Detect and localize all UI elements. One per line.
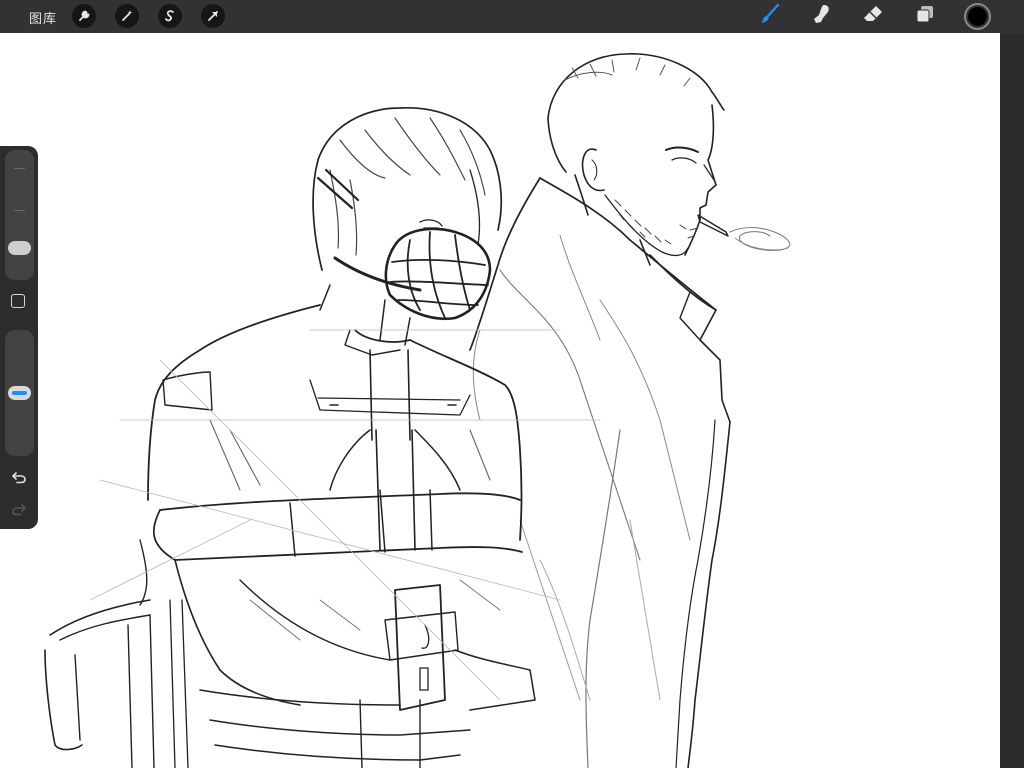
coat-man-figure [469,53,791,768]
left-sidebar [0,146,38,529]
selection-button[interactable] [158,4,182,28]
drawing-canvas[interactable] [0,33,1000,768]
eraser-button[interactable] [860,3,886,29]
brush-icon [759,3,781,29]
undo-button[interactable] [8,468,30,490]
smudge-button[interactable] [808,3,834,29]
canvas-margin-strip [1000,33,1024,768]
current-color-swatch [968,7,987,26]
redo-button[interactable] [8,500,30,522]
color-picker-button[interactable] [964,3,991,30]
layers-icon [914,3,936,29]
layers-button[interactable] [912,3,938,29]
transform-button[interactable] [201,4,225,28]
brush-button[interactable] [757,3,783,29]
undo-icon [11,469,27,489]
opacity-indicator [12,391,27,395]
brush-opacity-slider[interactable] [5,330,34,456]
top-toolbar: 图库 [0,0,1024,33]
sketch-artwork [44,53,791,768]
selection-s-icon [163,9,177,23]
masked-man-figure [44,107,536,768]
transform-arrow-icon [206,9,220,23]
modify-square-button[interactable] [11,294,25,308]
construction-lines [89,329,601,701]
gallery-button[interactable]: 图库 [29,8,57,27]
redo-icon [11,501,27,521]
adjustments-button[interactable] [115,4,139,28]
smudge-finger-icon [810,3,832,29]
magic-wand-icon [120,9,134,23]
eraser-icon [862,3,884,29]
brush-size-thumb[interactable] [8,241,31,255]
brush-opacity-thumb[interactable] [8,386,31,400]
actions-button[interactable] [72,4,96,28]
wrench-icon [77,9,91,23]
brush-size-slider[interactable] [5,150,34,280]
